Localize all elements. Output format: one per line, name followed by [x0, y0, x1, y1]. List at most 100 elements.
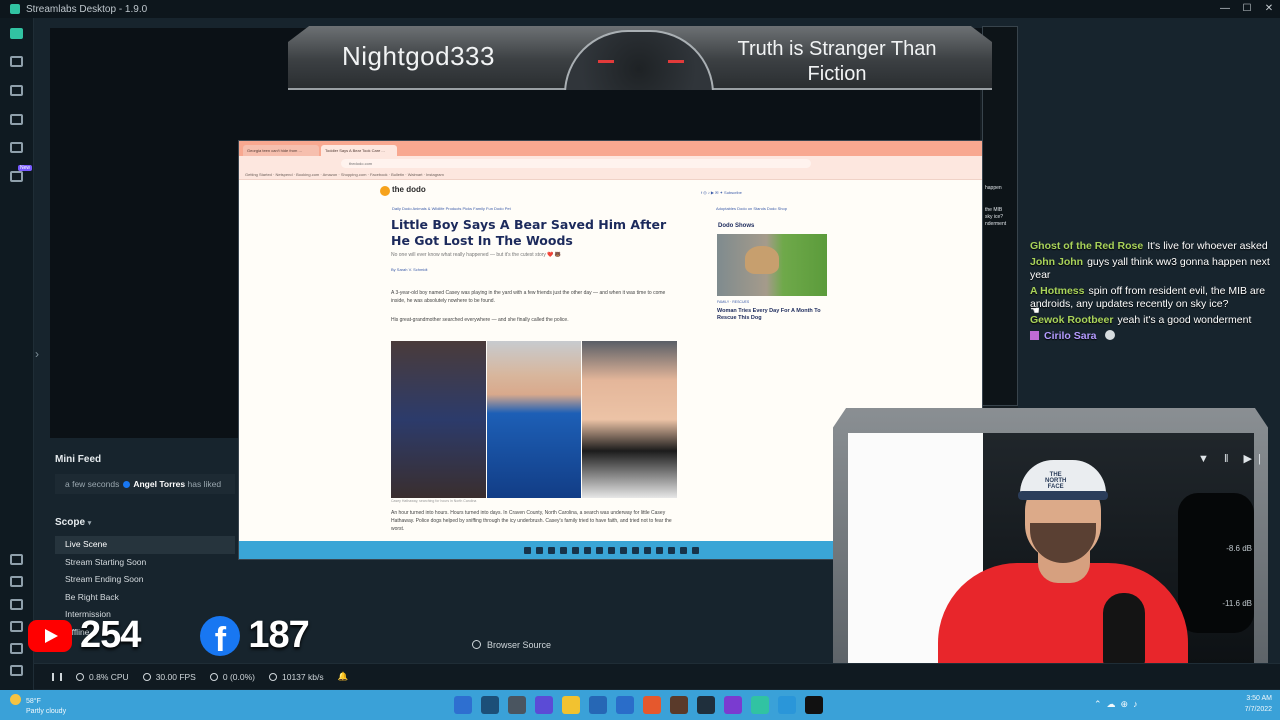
scene-collection-title[interactable]: Scope ▾: [55, 517, 91, 528]
chat-username: A Hotmess: [1030, 285, 1085, 297]
search-icon[interactable]: [481, 696, 499, 714]
capture-tab-bar: Georgia teen can't hide from ... Toddler…: [239, 141, 982, 156]
mini-text: sky ice?: [985, 214, 1004, 220]
minimize-button[interactable]: —: [1214, 0, 1236, 18]
analytics-icon[interactable]: [10, 142, 23, 153]
source-browser[interactable]: Browser Source: [472, 640, 551, 650]
collapse-chevron-icon[interactable]: ›: [35, 347, 39, 361]
highlighter-icon[interactable]: [10, 171, 23, 182]
help-icon[interactable]: [10, 643, 23, 654]
mail-icon[interactable]: [616, 696, 634, 714]
photo-caption: Casey Hathaway, searching for hours in N…: [391, 499, 477, 503]
stream-tagline: Truth is Stranger Than Fiction: [737, 38, 937, 85]
firefox-icon[interactable]: [643, 696, 661, 714]
cap-logo: THE NORTH FACE: [1045, 472, 1067, 490]
task-view-icon[interactable]: [508, 696, 526, 714]
scene-item[interactable]: Be Right Back: [55, 589, 235, 607]
fps-stat: 30.00 FPS: [142, 671, 196, 682]
fps-value: 30.00 FPS: [155, 671, 196, 682]
link-icon[interactable]: [10, 576, 23, 587]
tiktok-icon[interactable]: [805, 696, 823, 714]
facebook-viewer-count: 187: [248, 614, 309, 656]
article-site-nav-right: Adoptables Dodo on Stands Dodo Shop: [716, 206, 787, 211]
themes-icon[interactable]: [10, 85, 23, 96]
feed-action: has liked: [187, 479, 222, 489]
status-footer: 0.8% CPU 30.00 FPS 0 (0.0%) 10137 kb/s 🔔: [34, 663, 1280, 689]
mixer-controls[interactable]: ▼ ‖ ▶|: [1198, 452, 1267, 465]
app-icon[interactable]: [670, 696, 688, 714]
left-navigation: New: [0, 18, 34, 690]
social-counters: 254 f 187: [28, 614, 310, 657]
weather-widget[interactable]: 58°F Partly cloudy: [10, 694, 66, 717]
store-icon[interactable]: [589, 696, 607, 714]
scene-item[interactable]: Stream Starting Soon: [55, 554, 235, 572]
store-icon[interactable]: [10, 114, 23, 125]
chevron-down-icon: ▾: [87, 520, 92, 527]
grid-icon[interactable]: [10, 599, 23, 610]
capture-tab: Georgia teen can't hide from ...: [243, 145, 319, 156]
youtube-icon: [28, 619, 72, 652]
feed-user: Angel Torres: [133, 479, 186, 489]
cpu-stat: 0.8% CPU: [76, 672, 129, 682]
mini-text: nderment: [985, 221, 1007, 227]
weather-desc: Partly cloudy: [26, 708, 67, 715]
title-bar: Streamlabs Desktop - 1.9.0 — ☐ ✕: [0, 0, 1280, 18]
studio-mode-icon[interactable]: [10, 621, 23, 632]
streamer-name: Nightgod333: [342, 41, 495, 71]
layers-icon[interactable]: [10, 56, 23, 67]
chat-text: It's live for whoever asked: [1147, 240, 1268, 252]
avatar: [1030, 331, 1039, 340]
new-badge: New: [18, 165, 33, 171]
streamer-banner: Nightgod333 Truth is Stranger Than Ficti…: [288, 26, 992, 90]
system-tray-icons[interactable]: ⌃☁⊕♪: [1094, 699, 1143, 710]
article-photos: [391, 341, 678, 498]
maximize-button[interactable]: ☐: [1236, 0, 1258, 18]
teams-icon[interactable]: [535, 696, 553, 714]
capture-tab-active: Toddler Says A Bear Took Care ...: [321, 145, 397, 156]
app-icon[interactable]: [724, 696, 742, 714]
close-button[interactable]: ✕: [1258, 0, 1280, 18]
article-paragraph: An hour turned into hours. Hours turned …: [391, 510, 672, 532]
cpu-value: 0.8% CPU: [89, 671, 129, 682]
article-paragraph: His great-grandmother searched everywher…: [391, 317, 569, 323]
capture-url-bar: thedodo.com: [239, 156, 982, 170]
telegram-icon[interactable]: [778, 696, 796, 714]
chat-text: yeah it's a good wonderment: [1117, 314, 1252, 326]
dodo-logo: the dodo: [380, 185, 426, 196]
chat-overlay: Ghost of the Red Rose It's live for whoev…: [1030, 240, 1270, 346]
bitrate-value: 10137 kb/s: [281, 671, 324, 682]
notifications-bell-icon[interactable]: 🔔: [338, 671, 349, 682]
scope-label: Scope: [55, 517, 86, 528]
capture-bookmarks: Getting Started · Netspend · Booking.com…: [239, 170, 982, 180]
gaming-chair: [1178, 493, 1254, 633]
mixer-level: -8.6 dB: [1226, 544, 1252, 553]
mini-feed-item[interactable]: a few seconds Angel Torres has liked: [55, 474, 235, 494]
article-site-nav: Daily Dodo Animals & Wildlife Products P…: [392, 206, 511, 211]
bitrate-icon: [268, 672, 277, 681]
chat-username: Gewok Rootbeer: [1030, 314, 1114, 326]
weather-sun-icon: [10, 694, 21, 705]
chat-username: John John: [1030, 256, 1084, 268]
taskbar-clock[interactable]: 3:50 AM 7/7/2022: [1245, 693, 1272, 715]
terminal-icon[interactable]: [697, 696, 715, 714]
facebook-icon: f: [200, 615, 241, 656]
streamlabs-icon[interactable]: [751, 696, 769, 714]
file-explorer-icon[interactable]: [562, 696, 580, 714]
article-paragraph: A 3-year-old boy named Casey was playing…: [391, 290, 666, 304]
sidebar-caption: Woman Tries Every Day For A Month To Res…: [717, 308, 821, 321]
chat-username: Ghost of the Red Rose: [1030, 240, 1144, 252]
mini-text: happen: [985, 185, 1002, 191]
settings-gear-icon[interactable]: [10, 665, 23, 676]
weather-temp: 58°F: [26, 698, 41, 705]
scene-item[interactable]: Stream Ending Soon: [55, 571, 235, 589]
cloud-icon[interactable]: [10, 554, 23, 565]
editor-icon[interactable]: [10, 28, 23, 39]
scene-item[interactable]: Live Scene: [55, 536, 235, 554]
windows-start-icon[interactable]: [454, 696, 472, 714]
sidebar-heading: Dodo Shows: [718, 223, 755, 229]
chat-message: Gewok Rootbeer yeah it's a good wondermen…: [1030, 314, 1270, 327]
dropped-frames-icon: [209, 672, 218, 681]
performance-icon[interactable]: [52, 672, 62, 681]
bitrate-stat: 10137 kb/s: [268, 671, 324, 682]
article-photo: [486, 341, 582, 498]
